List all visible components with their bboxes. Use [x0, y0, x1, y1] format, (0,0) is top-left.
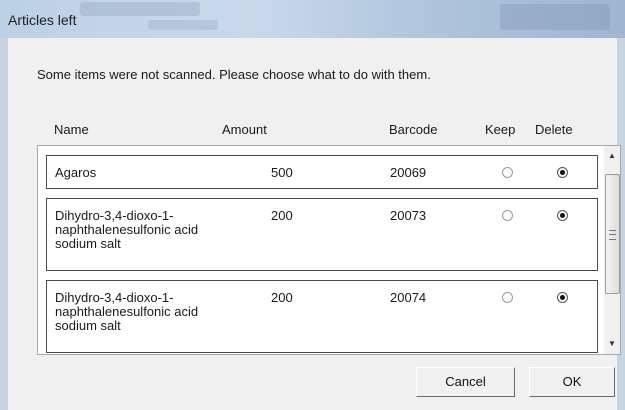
delete-radio[interactable] — [557, 167, 568, 178]
item-amount: 200 — [271, 208, 293, 223]
ok-button[interactable]: OK — [529, 367, 615, 397]
scrollbar-thumb[interactable] — [605, 174, 620, 294]
column-header-delete: Delete — [535, 122, 573, 137]
list-item: Dihydro-3,4-dioxo-1- naphthalenesulfonic … — [46, 198, 598, 271]
item-amount: 500 — [271, 165, 293, 180]
vertical-scrollbar[interactable]: ▲ ▼ — [604, 146, 620, 354]
item-name: Dihydro-3,4-dioxo-1- naphthalenesulfonic … — [55, 208, 199, 251]
item-name: Dihydro-3,4-dioxo-1- naphthalenesulfonic … — [55, 290, 199, 333]
delete-radio[interactable] — [557, 210, 568, 221]
arrow-down-icon[interactable]: ▼ — [604, 336, 620, 352]
background-blur — [500, 4, 610, 30]
title-bar: Articles left — [0, 0, 625, 38]
item-barcode: 20069 — [390, 165, 427, 180]
column-header-keep: Keep — [485, 122, 516, 137]
item-name: Agaros — [55, 165, 97, 180]
window-title: Articles left — [8, 12, 77, 28]
background-blur — [148, 20, 218, 30]
delete-radio[interactable] — [557, 292, 568, 303]
keep-radio[interactable] — [502, 292, 513, 303]
keep-radio[interactable] — [502, 167, 513, 178]
grip-icon — [609, 230, 616, 240]
list-item: Agaros 500 20069 — [46, 155, 598, 189]
items-list[interactable]: Agaros 500 20069 Dihydro-3,4-dioxo-1- nap… — [37, 145, 621, 355]
window-border — [0, 38, 8, 410]
arrow-up-icon[interactable]: ▲ — [604, 148, 620, 164]
column-header-barcode: Barcode — [389, 122, 438, 137]
instruction-text: Some items were not scanned. Please choo… — [37, 67, 431, 82]
item-barcode: 20074 — [390, 290, 427, 305]
cancel-button[interactable]: Cancel — [416, 367, 515, 397]
column-header-amount: Amount — [222, 122, 267, 137]
item-barcode: 20073 — [390, 208, 427, 223]
column-header-name: Name — [54, 122, 89, 137]
list-item: Dihydro-3,4-dioxo-1- naphthalenesulfonic … — [46, 280, 598, 353]
background-blur — [80, 2, 200, 16]
item-amount: 200 — [271, 290, 293, 305]
keep-radio[interactable] — [502, 210, 513, 221]
